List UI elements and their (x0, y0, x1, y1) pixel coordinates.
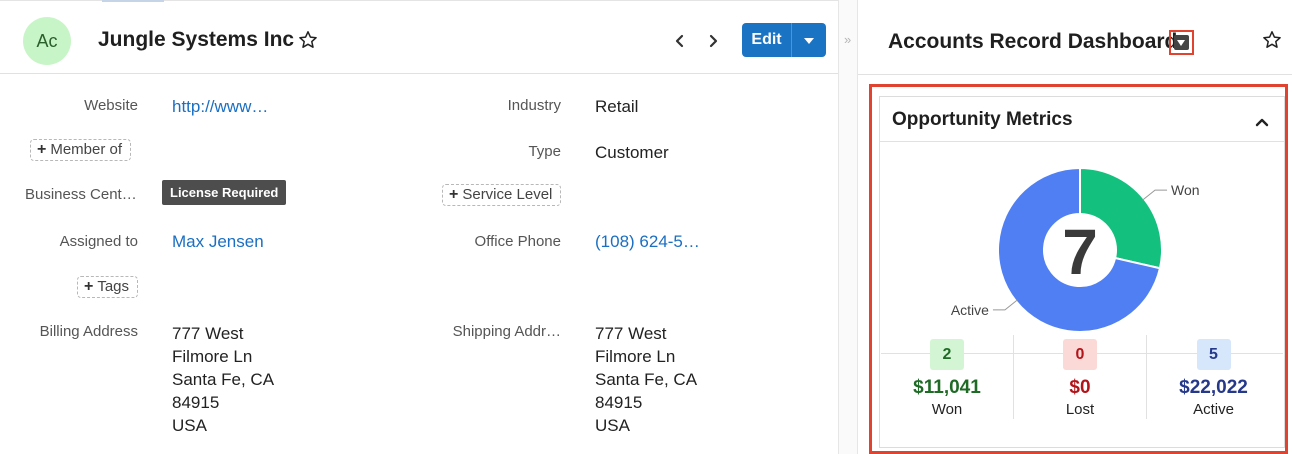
billing-address-line: Filmore Ln (172, 347, 253, 366)
active-amount: $22,022 (1179, 377, 1248, 398)
pane-divider[interactable]: » (838, 0, 858, 454)
type-value: Customer (595, 143, 669, 162)
won-label: Won (931, 401, 963, 418)
billing-address-line: 84915 (172, 393, 220, 412)
chevron-right-icon[interactable] (704, 32, 722, 50)
plus-icon: + (84, 278, 94, 295)
shipping-address-value: 777 West Filmore Ln Santa Fe, CA 84915 U… (595, 322, 697, 437)
billing-address-line: USA (172, 416, 207, 435)
lost-amount: $0 (1069, 377, 1091, 398)
plus-icon: + (37, 141, 47, 158)
shipping-address-label: Shipping Addr… (452, 323, 561, 340)
shipping-address-line: 84915 (595, 393, 643, 412)
lost-label: Lost (1065, 401, 1095, 418)
assigned-to-link[interactable]: Max Jensen (172, 232, 264, 252)
shipping-address-line: 777 West (595, 324, 667, 343)
billing-address-label: Billing Address (39, 323, 138, 340)
shipping-address-line: Santa Fe, CA (595, 370, 698, 389)
tab-strip (0, 0, 838, 7)
website-label: Website (84, 97, 138, 114)
active-label: Active (1193, 401, 1234, 418)
avatar: Ac (23, 17, 71, 65)
billing-address-line: Santa Fe, CA (172, 370, 275, 389)
chevron-left-icon[interactable] (671, 32, 689, 50)
billing-address-line: 777 West (172, 324, 244, 343)
edit-button[interactable]: Edit (742, 23, 792, 57)
record-title: Jungle Systems Inc (98, 28, 295, 51)
add-tags-button[interactable]: + Tags (77, 276, 139, 298)
won-count-badge: 2 (930, 339, 964, 370)
metric-lost[interactable]: 0 $0 Lost (1014, 335, 1147, 419)
donut-label-won: Won (1171, 182, 1200, 198)
business-center-label: Business Cent… (25, 186, 137, 203)
lost-count-badge: 0 (1063, 339, 1097, 370)
member-of-label: Member of (50, 141, 123, 158)
assigned-to-label: Assigned to (59, 233, 138, 250)
add-member-of-button[interactable]: + Member of (30, 139, 132, 161)
dashboard-title: Accounts Record Dashboard (888, 30, 1178, 53)
metric-won[interactable]: 2 $11,041 Won (881, 335, 1014, 419)
donut-leader-line (992, 299, 1018, 311)
caret-down-icon[interactable] (792, 23, 826, 57)
donut-label-active: Active (951, 302, 989, 318)
won-amount: $11,041 (913, 377, 981, 398)
opportunity-donut-chart: 7 Won Active (951, 166, 1200, 332)
industry-value: Retail (595, 97, 639, 116)
service-level-label: Service Level (462, 186, 553, 203)
record-dashboard: Accounts Record Dashboard Opportunity Me… (858, 0, 1292, 454)
shipping-address-line: USA (595, 416, 630, 435)
caret-down-icon (1174, 35, 1189, 50)
type-label: Type (528, 143, 561, 160)
donut-leader-line (1142, 189, 1168, 201)
chevron-up-icon[interactable] (1253, 113, 1271, 131)
office-phone-link[interactable]: (108) 624-5… (595, 232, 700, 252)
active-count-badge: 5 (1196, 339, 1231, 370)
double-chevron-right-icon[interactable]: » (844, 32, 851, 47)
website-link[interactable]: http://www… (172, 97, 268, 117)
industry-label: Industry (507, 97, 561, 114)
record-view: Ac Jungle Systems Inc Edit Website http:… (0, 0, 838, 454)
tags-label: Tags (97, 278, 130, 295)
opportunity-metrics-dashlet: Opportunity Metrics 7 Won Active 2 $11,04… (879, 96, 1285, 448)
metric-active[interactable]: 5 $22,022 Active (1147, 335, 1280, 419)
active-tab-marker (102, 0, 164, 2)
donut-total: 7 (1062, 216, 1098, 288)
add-service-level-button[interactable]: + Service Level (442, 184, 562, 206)
record-header: Ac Jungle Systems Inc Edit (0, 8, 838, 74)
billing-address-value: 777 West Filmore Ln Santa Fe, CA 84915 U… (172, 322, 274, 437)
dashlet-title: Opportunity Metrics (892, 109, 1073, 130)
divider (858, 74, 1292, 75)
dashboard-menu-button[interactable] (1169, 30, 1194, 55)
edit-button-group: Edit (742, 23, 826, 57)
shipping-address-line: Filmore Ln (595, 347, 676, 366)
office-phone-label: Office Phone (474, 233, 561, 250)
license-required-badge: License Required (162, 180, 287, 205)
star-icon[interactable] (1262, 30, 1282, 50)
plus-icon: + (449, 186, 459, 203)
star-icon[interactable] (298, 30, 318, 50)
